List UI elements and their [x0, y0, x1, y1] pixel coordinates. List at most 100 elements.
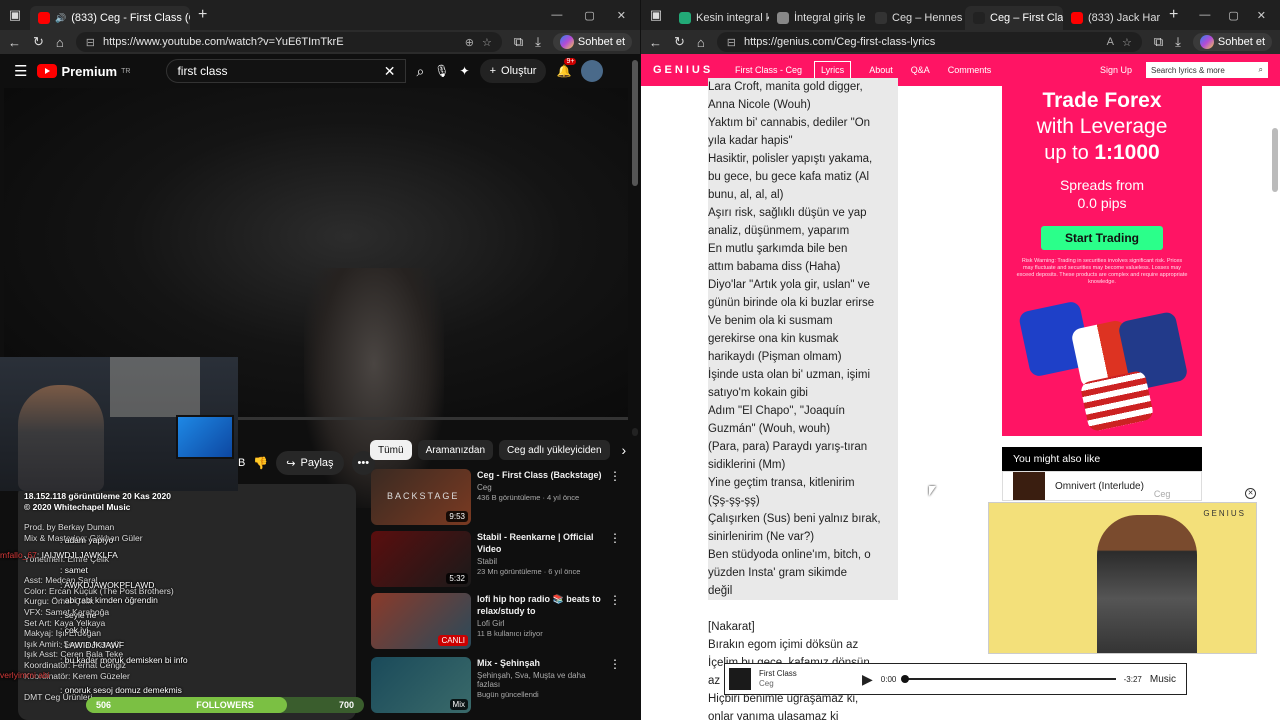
- lyric-line[interactable]: [708, 600, 898, 618]
- extensions-icon[interactable]: ⧉: [1154, 34, 1163, 50]
- lyric-line[interactable]: günün birinde ola ki buzlar erirse: [708, 294, 898, 312]
- tab-0[interactable]: Kesin integral k✕: [671, 6, 769, 30]
- lyric-line[interactable]: yıla kadar hapis": [708, 132, 898, 150]
- recs-scrollbar[interactable]: [632, 428, 638, 436]
- video-thumbnail[interactable]: 5:32: [371, 531, 471, 587]
- share-button[interactable]: ↪ Paylaş: [276, 451, 344, 475]
- nav-qa[interactable]: Q&A: [911, 65, 930, 75]
- ai-icon[interactable]: ✦: [460, 64, 470, 78]
- tab-youtube[interactable]: 🔊 (833) Ceg - First Class (Offic ✕: [30, 6, 190, 30]
- new-tab-button[interactable]: +: [190, 6, 215, 24]
- recommendation-item[interactable]: Omnivert (Interlude) Ceg: [1002, 471, 1202, 501]
- chips-next-icon[interactable]: ›: [622, 442, 627, 458]
- reload-button[interactable]: ↻: [33, 34, 44, 50]
- maximize-button[interactable]: ▢: [584, 9, 594, 22]
- search-input[interactable]: first class ✕: [166, 59, 407, 83]
- address-bar[interactable]: ⊟ https://www.youtube.com/watch?v=YuE6TI…: [75, 32, 502, 52]
- recommendation-item[interactable]: Mix Mix - Şehinşah Şehinşah, Sva, Muşta ve…: [371, 657, 621, 715]
- video-thumbnail[interactable]: Mix: [371, 657, 471, 713]
- channel-name[interactable]: Stabil: [477, 557, 603, 566]
- voice-search-icon[interactable]: 🎙: [434, 64, 449, 78]
- home-button[interactable]: ⌂: [56, 35, 64, 50]
- lyric-line[interactable]: satıyo'm kokain gibi: [708, 384, 898, 402]
- notifications-icon[interactable]: 🔔 9+: [556, 58, 577, 78]
- genius-search-input[interactable]: Search lyrics & more ⌕: [1146, 62, 1268, 78]
- chip-from-search[interactable]: Aramanızdan: [417, 440, 494, 460]
- close-video-icon[interactable]: ✕: [1245, 488, 1256, 499]
- reload-button[interactable]: ↻: [674, 34, 685, 50]
- create-button[interactable]: + Oluştur: [479, 59, 547, 83]
- minimize-button[interactable]: —: [1199, 9, 1210, 22]
- nav-lyrics[interactable]: Lyrics: [814, 61, 852, 79]
- video-title[interactable]: Mix - Şehinşah: [477, 657, 603, 669]
- start-trading-button[interactable]: Start Trading: [1041, 226, 1163, 250]
- tab-2[interactable]: Ceg – Hennes✕: [867, 6, 965, 30]
- song-link[interactable]: First Class - Ceg: [735, 65, 802, 75]
- url-text[interactable]: https://www.youtube.com/watch?v=YuE6TImT…: [103, 36, 457, 48]
- video-thumbnail[interactable]: BACKSTAGE 9:53: [371, 469, 471, 525]
- chip-uploader[interactable]: Ceg adlı yükleyiciden: [499, 440, 610, 460]
- recommendation-item[interactable]: BACKSTAGE 9:53 Ceg - First Class (Backstag…: [371, 469, 621, 527]
- lyric-line[interactable]: (Para, para) Paraydı yarış-tıran: [708, 438, 898, 456]
- nav-comments[interactable]: Comments: [948, 65, 992, 75]
- downloads-icon[interactable]: ⤓: [1175, 34, 1181, 50]
- close-window-button[interactable]: ✕: [1257, 9, 1266, 22]
- lyric-line[interactable]: onlar yanıma ulaşamaz ki: [708, 708, 898, 720]
- lyric-line[interactable]: İşinde usta olan bi' uzman, işimi: [708, 366, 898, 384]
- zoom-icon[interactable]: ⊕: [465, 36, 474, 49]
- close-window-button[interactable]: ✕: [617, 9, 626, 22]
- lyric-line[interactable]: sinirlenirim (Ne var?): [708, 528, 898, 546]
- apple-music-logo[interactable]: Music: [1150, 674, 1182, 685]
- picture-in-picture-video[interactable]: GENIUS: [988, 502, 1257, 654]
- lyric-line[interactable]: Adım "El Chapo", "Joaquín: [708, 402, 898, 420]
- address-bar[interactable]: ⊟ https://genius.com/Ceg-first-class-lyr…: [716, 32, 1142, 52]
- recommendation-item[interactable]: 5:32 Stabil - Reenkarne | Official Video S…: [371, 531, 621, 589]
- like-count[interactable]: B: [238, 457, 245, 469]
- more-options-icon[interactable]: ⋮: [609, 469, 621, 527]
- favorite-icon[interactable]: ☆: [482, 36, 492, 49]
- lyric-line[interactable]: Yaktım bi' cannabis, dediler "On: [708, 114, 898, 132]
- nav-about[interactable]: About: [869, 65, 893, 75]
- tab-3[interactable]: Ceg – First Cla✕: [965, 6, 1063, 30]
- search-value[interactable]: first class: [177, 64, 383, 78]
- back-button[interactable]: ←: [8, 35, 21, 50]
- video-title[interactable]: Stabil - Reenkarne | Official Video: [477, 531, 603, 555]
- menu-icon[interactable]: ☰: [14, 62, 27, 80]
- scrollbar[interactable]: [1272, 128, 1278, 192]
- lyric-line[interactable]: Çalışırken (Sus) beni yalnız bırak,: [708, 510, 898, 528]
- copilot-button[interactable]: Sohbet et: [1192, 33, 1272, 51]
- lyric-line[interactable]: bunu, al, al, al): [708, 186, 898, 204]
- chip-all[interactable]: Tümü: [370, 440, 412, 460]
- copilot-button[interactable]: Sohbet et: [552, 33, 632, 51]
- read-aloud-icon[interactable]: A: [1107, 36, 1114, 48]
- tab-actions-icon[interactable]: ▣: [641, 7, 671, 23]
- lyric-line[interactable]: Anna Nicole (Wouh): [708, 96, 898, 114]
- lyric-line[interactable]: yüzden Insta' gram sikimde: [708, 564, 898, 582]
- avatar[interactable]: [581, 60, 604, 82]
- lyric-line[interactable]: Guzmán" (Wouh, wouh): [708, 420, 898, 438]
- lyric-line[interactable]: Lara Croft, manita gold digger,: [708, 78, 898, 96]
- more-options-icon[interactable]: ⋮: [609, 593, 621, 651]
- lyric-line[interactable]: değil: [708, 582, 898, 600]
- url-text[interactable]: https://genius.com/Ceg-first-class-lyric…: [744, 36, 1099, 48]
- lyric-line[interactable]: harikaydı (Pişman olmam): [708, 348, 898, 366]
- lyric-line[interactable]: [Nakarat]: [708, 618, 898, 636]
- lyric-line[interactable]: (Şş-şş-şş): [708, 492, 898, 510]
- lyric-line[interactable]: Bırakın egom içimi döksün az: [708, 636, 898, 654]
- forex-ad[interactable]: Trade Forex with Leverage up to 1:1000 Spr…: [1002, 86, 1202, 436]
- extensions-icon[interactable]: ⧉: [514, 34, 523, 50]
- video-thumbnail[interactable]: CANLI: [371, 593, 471, 649]
- scrollbar[interactable]: [632, 60, 638, 186]
- tab-actions-icon[interactable]: ▣: [0, 7, 30, 23]
- lyric-line[interactable]: Yine geçtim transa, kitlenirim: [708, 474, 898, 492]
- genius-logo[interactable]: GENIUS: [653, 64, 735, 76]
- lyric-line[interactable]: bu gece, bu gece kafa matiz (Al: [708, 168, 898, 186]
- video-title[interactable]: Ceg - First Class (Backstage): [477, 469, 603, 481]
- channel-name[interactable]: Lofi Girl: [477, 619, 603, 628]
- lyric-line[interactable]: Ve benim ola ki susmam: [708, 312, 898, 330]
- tab-4[interactable]: (833) Jack Har✕: [1063, 6, 1161, 30]
- clear-search-icon[interactable]: ✕: [384, 63, 396, 80]
- play-icon[interactable]: ▶: [862, 671, 873, 688]
- search-icon[interactable]: ⌕: [1259, 65, 1263, 75]
- channel-name[interactable]: Şehinşah, Sva, Muşta ve daha fazlası: [477, 671, 603, 689]
